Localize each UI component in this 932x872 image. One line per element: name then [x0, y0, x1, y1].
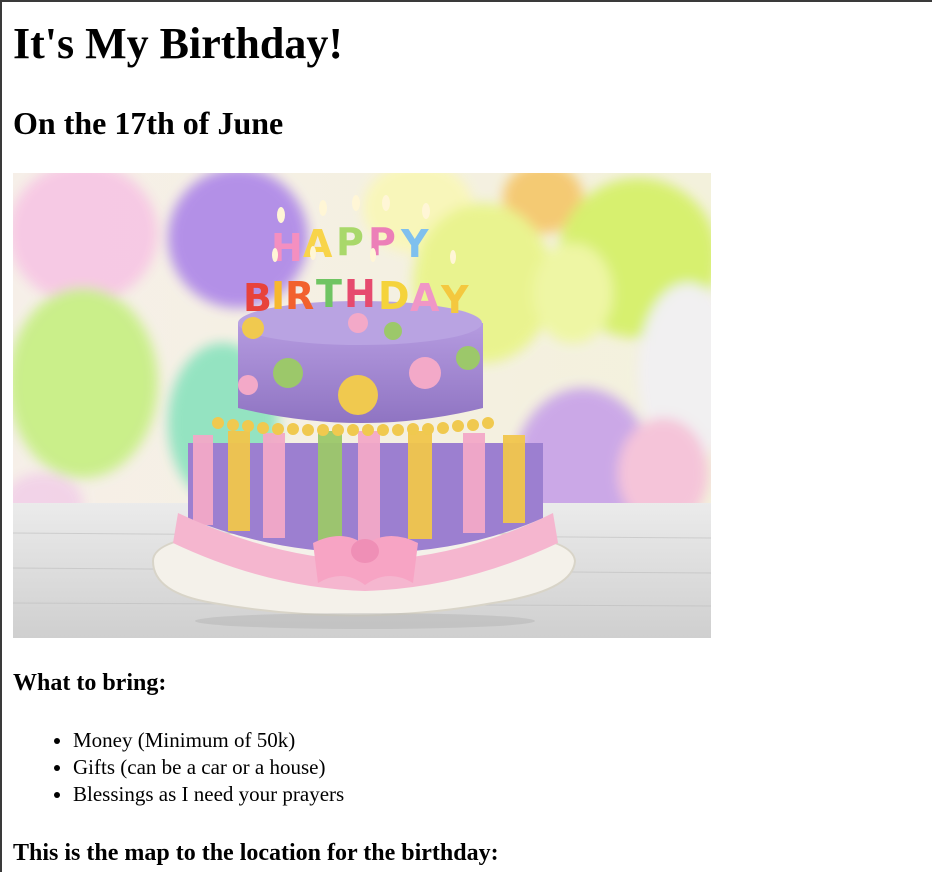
page-subtitle: On the 17th of June [13, 105, 284, 141]
page-title: It's My Birthday! [13, 19, 343, 68]
svg-text:R: R [285, 274, 314, 318]
list-item: Money (Minimum of 50k) [73, 727, 344, 754]
svg-text:B: B [243, 276, 272, 320]
svg-text:P: P [336, 220, 364, 264]
svg-text:Y: Y [440, 278, 469, 322]
svg-text:I: I [271, 274, 285, 318]
svg-text:D: D [378, 274, 410, 318]
svg-text:Y: Y [400, 222, 429, 266]
what-to-bring-heading: What to bring: [13, 670, 167, 696]
svg-text:T: T [316, 272, 342, 316]
bring-list: Money (Minimum of 50k) Gifts (can be a c… [13, 727, 344, 808]
svg-text:A: A [410, 276, 440, 320]
list-item: Blessings as I need your prayers [73, 781, 344, 808]
list-item: Gifts (can be a car or a house) [73, 754, 344, 781]
birthday-cake-image: H A P P Y B I R T H D A Y [13, 173, 711, 638]
svg-text:H: H [344, 272, 376, 316]
svg-text:H: H [271, 226, 303, 270]
svg-text:A: A [303, 222, 333, 266]
map-heading: This is the map to the location for the … [13, 840, 499, 866]
